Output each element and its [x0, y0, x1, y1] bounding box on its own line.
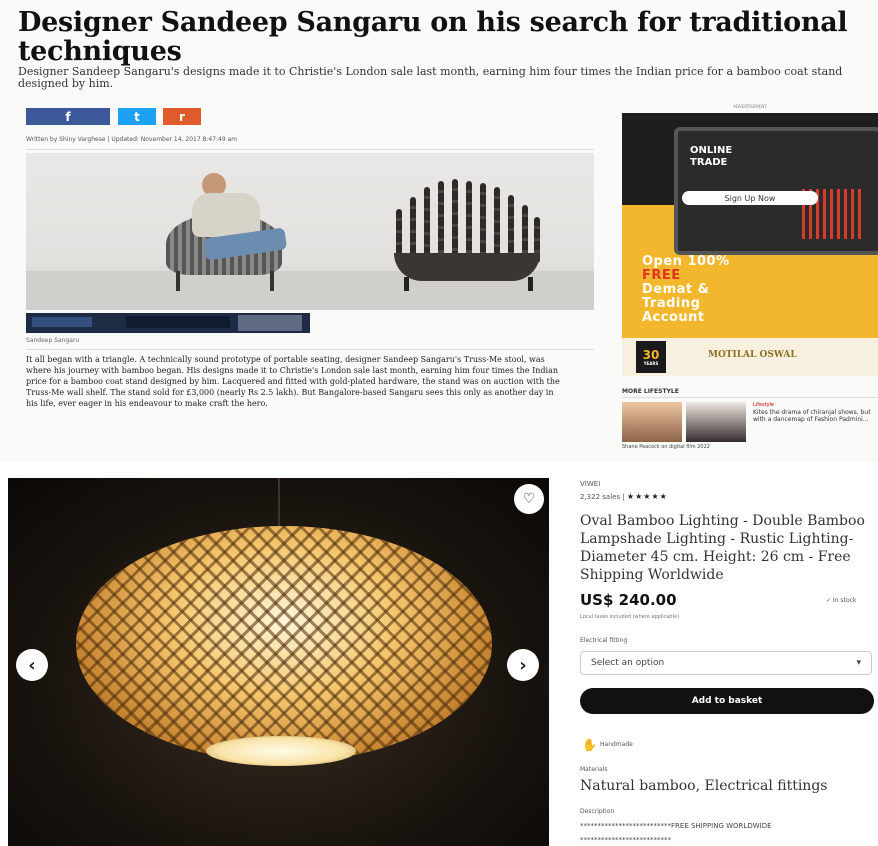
more-lifestyle-thumbnail[interactable] [686, 402, 746, 442]
seller-name[interactable]: VIWEI [580, 480, 600, 488]
heart-icon: ♡ [522, 491, 536, 507]
hero-bamboo-chair [388, 179, 546, 291]
bamboo-peg [494, 187, 500, 263]
article-hero-image [26, 153, 594, 310]
more-lifestyle-label: Lifestyle [753, 402, 775, 408]
product-price: US$ 240.00 [580, 591, 677, 609]
lamp-opening [206, 736, 356, 766]
article-byline: Written by Shiny Varghese | Updated: Nov… [26, 136, 594, 150]
more-lifestyle-caption[interactable]: Shane Peacock on digital film 2022 [622, 444, 802, 450]
sales-rating[interactable]: 2,322 sales | ★★★★★ [580, 492, 668, 501]
ad-offer-line: Account [642, 310, 705, 325]
image-caption: Sandeep Sangaru [26, 337, 594, 350]
reddit-share-button[interactable]: r [163, 108, 201, 125]
ad-anniversary-badge: 30 YEARS [636, 341, 666, 373]
tax-note: Local taxes included (where applicable) [580, 614, 680, 620]
add-to-basket-button[interactable]: Add to basket [580, 688, 874, 714]
bamboo-peg [452, 179, 458, 263]
electrical-fitting-label: Electrical fitting [580, 637, 628, 644]
badge-years: YEARS [643, 360, 659, 366]
facebook-share-button[interactable]: f [26, 108, 110, 125]
ad-brand-logo: MOTILAL OSWAL [708, 350, 797, 360]
bamboo-lamp [76, 526, 492, 762]
materials-label: Materials [580, 766, 608, 773]
star-rating-icon: ★★★★★ [626, 492, 668, 501]
advertisement-banner[interactable]: ONLINE TRADE Sign Up Now Open 100% FREE … [622, 113, 878, 376]
product-image[interactable] [8, 478, 549, 846]
hero-person-body [192, 193, 260, 237]
bamboo-peg [466, 181, 472, 263]
sales-count: 2,322 sales | [580, 493, 625, 501]
more-lifestyle-heading: MORE LIFESTYLE [622, 388, 878, 398]
description-text: ************************** [580, 836, 671, 844]
lamp-cord [278, 478, 280, 528]
product-title: Oval Bamboo Lighting - Double Bamboo Lam… [580, 513, 865, 583]
article-section: Designer Sandeep Sangaru on his search f… [0, 0, 878, 462]
twitter-icon: t [134, 109, 140, 124]
description-label: Description [580, 808, 615, 815]
more-lifestyle-thumbnail[interactable] [622, 402, 682, 442]
ad-screen-text: ONLINE TRADE [690, 145, 733, 168]
ad-offer-text: Open 100% FREE Demat & Trading Account [642, 255, 812, 325]
chair-leg [404, 277, 409, 291]
chevron-down-icon: ▾ [856, 658, 861, 668]
article-body: It all began with a triangle. A technica… [26, 355, 560, 408]
previous-image-button[interactable]: ‹ [16, 649, 48, 681]
ad-label: ADVERTISEMENT [733, 104, 767, 109]
chevron-left-icon: ‹ [28, 654, 36, 676]
ad-signup-button[interactable]: Sign Up Now [682, 191, 818, 205]
ad-offer-line: Trading [642, 296, 701, 311]
bamboo-peg [438, 181, 444, 263]
hand-icon: ✋ [582, 738, 597, 752]
more-lifestyle-text: Kites the drama of chiranjal shows, but … [753, 409, 871, 423]
favorite-button[interactable]: ♡ [514, 484, 544, 514]
electrical-fitting-select[interactable]: Select an option ▾ [580, 651, 872, 675]
inline-ad-strip[interactable] [26, 313, 310, 333]
lamp-weave-pattern [76, 526, 492, 762]
chevron-right-icon: › [519, 654, 527, 676]
ad-offer-line: Open 100% [642, 254, 730, 269]
more-lifestyle-link[interactable]: Lifestyle Kites the drama of chiranjal s… [753, 402, 873, 423]
reddit-icon: r [179, 109, 185, 124]
strip-block [238, 315, 302, 331]
bamboo-peg [424, 187, 430, 263]
ad-offer-line: Demat & [642, 282, 710, 297]
bamboo-peg [480, 183, 486, 263]
article-subhead: Designer Sandeep Sangaru's designs made … [18, 65, 843, 90]
strip-block [126, 316, 230, 328]
strip-block [32, 317, 92, 327]
chair-leg [176, 271, 180, 291]
handmade-label: Handmade [600, 741, 633, 748]
facebook-icon: f [65, 109, 71, 124]
ad-footer: 30 YEARS MOTILAL OSWAL [622, 338, 878, 376]
description-text: **************************FREE SHIPPING … [580, 822, 772, 830]
next-image-button[interactable]: › [507, 649, 539, 681]
select-value: Select an option [591, 658, 665, 668]
bamboo-chair-seat [394, 253, 540, 281]
chair-leg [528, 277, 533, 291]
materials-value: Natural bamboo, Electrical fittings [580, 778, 828, 794]
chair-leg [270, 271, 274, 291]
stock-status: ✓ In stock [826, 597, 857, 604]
ad-offer-free: FREE [642, 268, 681, 283]
twitter-share-button[interactable]: t [118, 108, 156, 125]
article-headline: Designer Sandeep Sangaru on his search f… [18, 7, 848, 67]
badge-number: 30 [642, 347, 660, 362]
